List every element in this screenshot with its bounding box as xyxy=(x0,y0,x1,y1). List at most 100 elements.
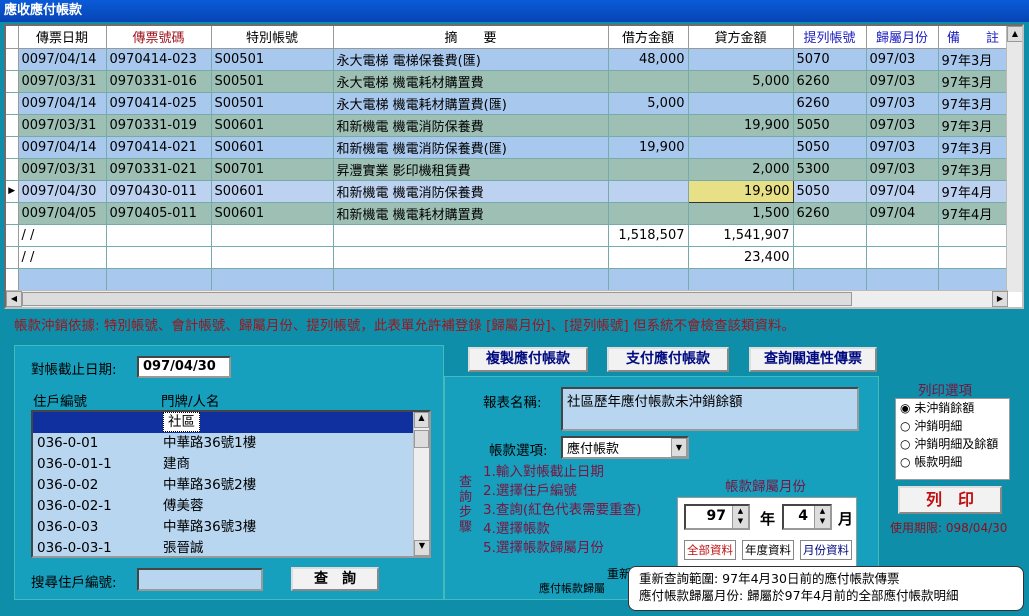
table-cell-month[interactable]: 097/03 xyxy=(866,48,939,71)
table-cell-debit[interactable]: 19,900 xyxy=(608,136,689,159)
table-cell-date[interactable] xyxy=(18,268,107,291)
scroll-left-icon[interactable]: ◀ xyxy=(6,291,22,307)
table-cell-month[interactable] xyxy=(866,268,939,291)
current-row-pointer-icon[interactable]: ▶ xyxy=(6,180,19,203)
tab-month-data[interactable]: 月份資料 xyxy=(800,540,852,560)
list-item[interactable]: 036-0-02-1 傅美蓉 xyxy=(33,496,429,517)
table-cell-note[interactable] xyxy=(938,246,1009,269)
table-cell-credit[interactable] xyxy=(688,268,794,291)
table-cell-date[interactable]: 0097/04/14 xyxy=(18,48,107,71)
list-item[interactable]: 036-0-01-1 建商 xyxy=(33,454,429,475)
table-cell-account[interactable] xyxy=(211,224,334,247)
list-scroll-thumb[interactable] xyxy=(414,430,429,448)
table-cell-voucher[interactable]: 0970430-011 xyxy=(106,180,212,203)
table-cell-debit[interactable] xyxy=(608,158,689,181)
table-cell-note[interactable]: 97年4月 xyxy=(938,180,1009,203)
table-cell-credit[interactable]: 1,500 xyxy=(688,202,794,225)
table-cell-note[interactable]: 97年4月 xyxy=(938,202,1009,225)
table-row[interactable]: ▶ 0097/04/30 0970430-011 S00601 和新機電 機電消防保養費… xyxy=(6,179,1009,203)
resident-list[interactable]: 社區 036-0-01 中華路36號1樓 036-0-01-1 建商 036-0-02 中華… xyxy=(31,410,431,558)
print-button[interactable]: 列 印 xyxy=(898,486,1002,514)
table-row[interactable]: 0097/04/14 0970414-025 S00501 永大電梯 機電耗材購置費(… xyxy=(6,92,1009,115)
table-cell-summary[interactable]: 和新機電 機電耗材購置費 xyxy=(333,202,609,225)
radio-unchecked-icon[interactable]: ○ xyxy=(900,419,914,433)
scroll-right-icon[interactable]: ▶ xyxy=(992,291,1008,307)
col-header-month[interactable]: 歸屬月份 xyxy=(866,26,939,49)
col-header-account[interactable]: 特別帳號 xyxy=(211,26,334,49)
table-cell-accrual[interactable]: 6260 xyxy=(793,92,867,115)
scroll-up-icon[interactable]: ▲ xyxy=(1007,26,1022,42)
table-row[interactable]: 0097/04/05 0970405-011 S00601 和新機電 機電耗材購置費 1… xyxy=(6,202,1009,225)
table-cell-credit[interactable] xyxy=(688,92,794,115)
print-option-radio[interactable]: ○ 帳款明細 xyxy=(896,453,1009,471)
table-cell-debit[interactable] xyxy=(608,202,689,225)
table-cell-debit[interactable] xyxy=(608,180,689,203)
table-cell-credit[interactable] xyxy=(688,136,794,159)
table-cell-debit[interactable] xyxy=(608,70,689,93)
table-cell-month[interactable]: 097/03 xyxy=(866,70,939,93)
table-cell-account[interactable]: S00501 xyxy=(211,70,334,93)
table-row[interactable]: 0097/04/14 0970414-023 S00501 永大電梯 電梯保養費(匯)… xyxy=(6,48,1009,71)
row-selector[interactable] xyxy=(6,70,19,93)
pay-payable-button[interactable]: 支付應付帳款 xyxy=(607,347,729,372)
row-selector[interactable] xyxy=(6,268,19,291)
table-cell-voucher[interactable] xyxy=(106,224,212,247)
radio-unchecked-icon[interactable]: ○ xyxy=(900,455,914,469)
table-cell-credit[interactable]: 23,400 xyxy=(688,246,794,269)
table-cell-voucher[interactable]: 0970414-021 xyxy=(106,136,212,159)
scroll-thumb[interactable] xyxy=(22,292,852,306)
list-item[interactable]: 036-0-03-1 張晉誠 xyxy=(33,538,429,556)
col-header-accrual[interactable]: 提列帳號 xyxy=(793,26,867,49)
radio-unchecked-icon[interactable]: ○ xyxy=(900,437,914,451)
table-cell-accrual[interactable]: 6260 xyxy=(793,70,867,93)
table-cell-voucher[interactable] xyxy=(106,268,212,291)
search-resident-input[interactable] xyxy=(137,568,263,591)
table-cell-debit[interactable]: 1,518,507 xyxy=(608,224,689,247)
table-cell-note[interactable]: 97年3月 xyxy=(938,92,1009,115)
list-scroll-down-icon[interactable]: ▼ xyxy=(414,540,429,556)
col-header-note[interactable]: 備 註 xyxy=(938,26,1009,49)
table-cell-accrual[interactable] xyxy=(793,268,867,291)
row-selector[interactable] xyxy=(6,136,19,159)
table-cell-summary[interactable]: 和新機電 機電消防保養費 xyxy=(333,180,609,203)
table-cell-note[interactable] xyxy=(938,224,1009,247)
print-option-radio[interactable]: ○ 沖銷明細 xyxy=(896,417,1009,435)
table-cell-voucher[interactable]: 0970331-016 xyxy=(106,70,212,93)
table-cell-credit[interactable]: 1,541,907 xyxy=(688,224,794,247)
year-spinner[interactable]: 97 ▲ ▼ xyxy=(684,504,750,530)
table-cell-month[interactable]: 097/04 xyxy=(866,180,939,203)
col-header-credit[interactable]: 貸方金額 xyxy=(688,26,794,49)
list-item[interactable]: 036-0-02 中華路36號2樓 xyxy=(33,475,429,496)
copy-payable-button[interactable]: 複製應付帳款 xyxy=(468,347,588,372)
table-cell-date[interactable]: 0097/03/31 xyxy=(18,114,107,137)
table-row[interactable]: / / 1,518,507 1,541,907 xyxy=(6,224,1009,247)
table-cell-accrual[interactable] xyxy=(793,224,867,247)
radio-checked-icon[interactable]: ◉ xyxy=(900,401,914,415)
row-selector[interactable] xyxy=(6,246,19,269)
table-cell-note[interactable]: 97年3月 xyxy=(938,70,1009,93)
row-selector[interactable] xyxy=(6,92,19,115)
table-cell-account[interactable]: S00701 xyxy=(211,158,334,181)
table-cell-month[interactable] xyxy=(866,224,939,247)
table-cell-account[interactable]: S00601 xyxy=(211,136,334,159)
table-cell-account[interactable]: S00601 xyxy=(211,202,334,225)
list-item[interactable]: 036-0-01 中華路36號1樓 xyxy=(33,433,429,454)
table-cell-debit[interactable] xyxy=(608,268,689,291)
table-row[interactable]: 0097/04/14 0970414-021 S00601 和新機電 機電消防保養費(… xyxy=(6,136,1009,159)
table-cell-month[interactable]: 097/03 xyxy=(866,158,939,181)
query-button[interactable]: 查 詢 xyxy=(291,567,379,591)
table-cell-month[interactable]: 097/03 xyxy=(866,114,939,137)
list-scrollbar[interactable]: ▲ ▼ xyxy=(413,412,429,556)
row-selector[interactable] xyxy=(6,158,19,181)
table-cell-account[interactable]: S00501 xyxy=(211,48,334,71)
table-cell-date[interactable]: / / xyxy=(18,246,107,269)
table-row[interactable] xyxy=(6,268,1009,291)
table-cell-accrual[interactable]: 5300 xyxy=(793,158,867,181)
table-cell-accrual[interactable] xyxy=(793,246,867,269)
table-cell-summary[interactable] xyxy=(333,246,609,269)
table-cell-month[interactable]: 097/03 xyxy=(866,92,939,115)
table-cell-accrual[interactable]: 5050 xyxy=(793,180,867,203)
cutoff-date-input[interactable]: 097/04/30 xyxy=(137,356,231,378)
list-item[interactable]: 036-0-03 中華路36號3樓 xyxy=(33,517,429,538)
table-cell-note[interactable]: 97年3月 xyxy=(938,114,1009,137)
